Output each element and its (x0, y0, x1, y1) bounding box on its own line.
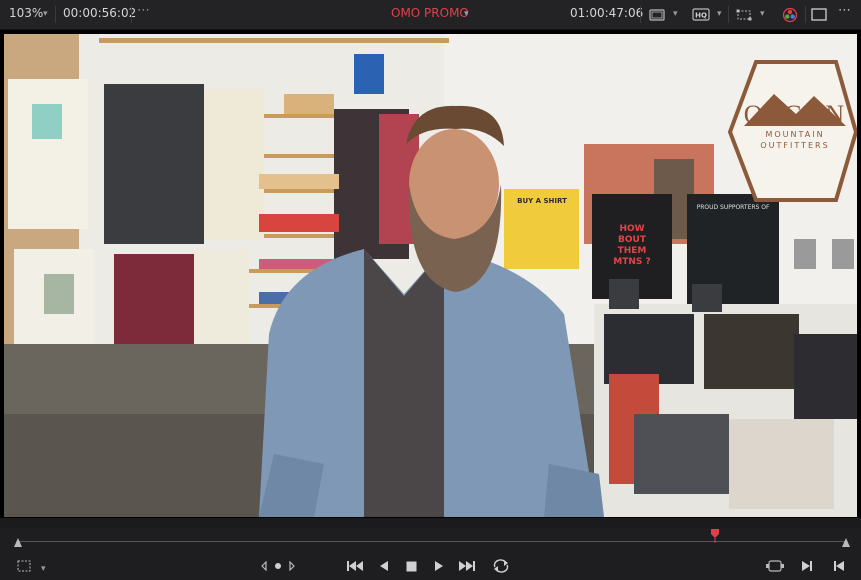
monitor-chevron-down-icon[interactable]: ▾ (673, 9, 678, 19)
hq-icon[interactable]: HQ (691, 6, 711, 23)
clip-title[interactable]: OMO PROMO (391, 6, 469, 20)
divider (55, 6, 56, 23)
in-point-marker-icon[interactable] (14, 538, 22, 547)
go-to-last-frame-icon[interactable] (456, 556, 478, 576)
jog-control-icon[interactable] (258, 556, 298, 576)
supporters-sign-text: PROUD SUPPORTERS OF (696, 204, 770, 211)
divider (131, 6, 132, 23)
transform-chevron-down-icon[interactable]: ▾ (760, 9, 765, 19)
transform-icon[interactable] (734, 6, 754, 23)
playhead-icon[interactable] (711, 529, 720, 543)
scrub-track[interactable] (18, 541, 846, 542)
source-timecode[interactable]: 00:00:56:02 (63, 6, 136, 20)
svg-text:HQ: HQ (695, 12, 707, 20)
color-wheels-icon[interactable] (781, 6, 799, 23)
divider (728, 6, 729, 23)
video-viewer[interactable]: ORGAN MOUNTAIN OUTFITTERS BUY A SHIRT HO… (0, 30, 861, 518)
hq-chevron-down-icon[interactable]: ▾ (717, 9, 722, 19)
store-logo-title: ORGAN (743, 100, 847, 129)
clip-chevron-down-icon[interactable]: ▾ (464, 9, 469, 19)
single-viewer-icon[interactable] (810, 6, 828, 23)
options-more-icon[interactable]: ⋯ (838, 3, 851, 18)
play-icon[interactable] (430, 556, 448, 576)
stop-icon[interactable] (402, 556, 420, 576)
black-sign-text: HOW BOUT THEM MTNS ? (613, 224, 651, 267)
safe-area-chevron-down-icon[interactable]: ▾ (41, 559, 46, 579)
go-to-first-frame-icon[interactable] (344, 556, 366, 576)
store-logo-tagline: OUTFITTERS (760, 141, 830, 150)
jog-scrubber[interactable] (0, 528, 861, 552)
next-frame-icon[interactable] (798, 556, 816, 576)
zoom-level[interactable]: 103% (9, 6, 43, 20)
yellow-sign-text: BUY A SHIRT (517, 197, 567, 205)
monitor-icon[interactable] (648, 6, 666, 23)
zoom-chevron-down-icon[interactable]: ▾ (43, 9, 48, 19)
more-icon[interactable]: ⋯ (137, 3, 150, 18)
out-point-marker-icon[interactable] (842, 538, 850, 547)
previous-edit-icon[interactable] (830, 556, 848, 576)
divider (805, 6, 806, 23)
viewer-header: 103% ▾ 00:00:56:02 ⋯ OMO PROMO ▾ 01:00:4… (0, 0, 861, 30)
video-frame: ORGAN MOUNTAIN OUTFITTERS BUY A SHIRT HO… (4, 34, 857, 517)
loop-icon[interactable] (490, 556, 512, 576)
transport-controls: ▾ (0, 552, 861, 580)
divider (640, 6, 641, 23)
store-logo-subtitle: MOUNTAIN (765, 130, 825, 139)
record-timecode[interactable]: 01:00:47:06 (570, 6, 643, 20)
match-frame-icon[interactable] (764, 556, 786, 576)
play-reverse-icon[interactable] (375, 556, 393, 576)
safe-area-icon[interactable] (14, 556, 34, 576)
